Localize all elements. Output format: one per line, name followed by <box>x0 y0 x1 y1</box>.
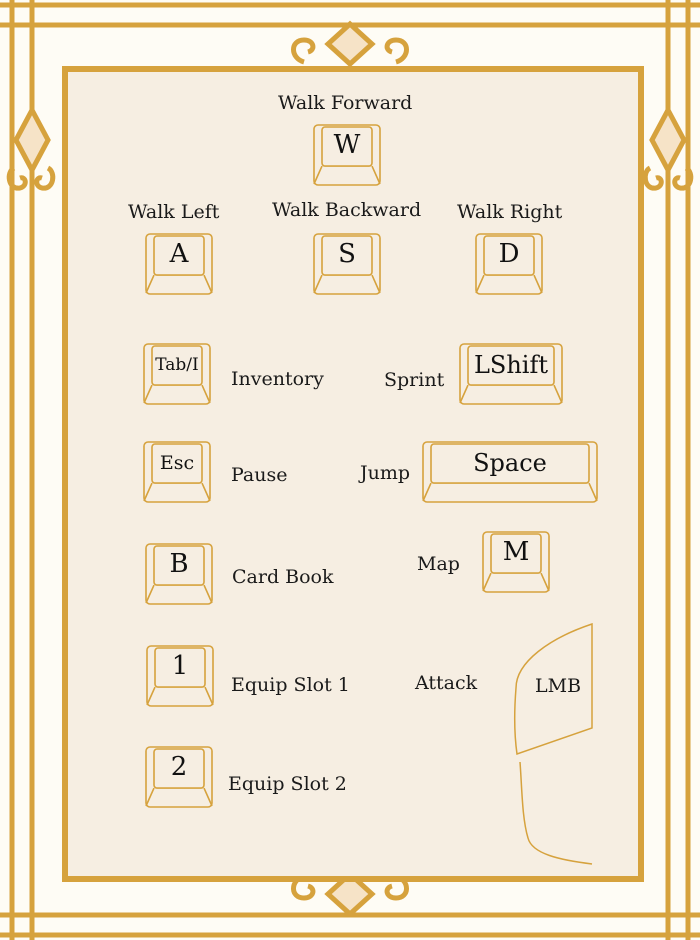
pause-label: Pause <box>231 464 288 486</box>
map-label: Map <box>417 553 460 575</box>
jump-label: Jump <box>360 462 411 484</box>
sprint-label: Sprint <box>384 369 445 391</box>
one-key: 1 <box>146 645 214 707</box>
s-key-cap: S <box>338 239 356 269</box>
b-key-cap: B <box>169 549 189 579</box>
lshift-key: LShift <box>459 343 563 405</box>
esc-key-cap: Esc <box>159 452 195 474</box>
m-key-cap: M <box>502 537 530 567</box>
two-key-cap: 2 <box>170 752 188 782</box>
m-key: M <box>482 531 550 593</box>
one-key-cap: 1 <box>171 651 189 681</box>
walk-left-label: Walk Left <box>128 201 220 223</box>
d-key-cap: D <box>498 239 520 269</box>
walk-forward-label: Walk Forward <box>278 92 413 114</box>
s-key: S <box>313 233 381 295</box>
tab-i-key: Tab/I <box>143 343 211 405</box>
a-key: A <box>145 233 213 295</box>
inventory-label: Inventory <box>231 368 324 390</box>
b-key: B <box>145 543 213 605</box>
equip-slot-1-label: Equip Slot 1 <box>231 674 350 696</box>
w-key-cap: W <box>333 130 361 160</box>
walk-backward-label: Walk Backward <box>272 199 422 221</box>
w-key: W <box>313 124 381 186</box>
mouse-icon <box>513 622 593 865</box>
a-key-cap: A <box>169 239 189 269</box>
card-book-label: Card Book <box>232 566 334 588</box>
space-key-cap: Space <box>473 449 547 477</box>
space-key: Space <box>422 441 598 503</box>
lshift-key-cap: LShift <box>473 351 549 379</box>
equip-slot-2-label: Equip Slot 2 <box>228 773 347 795</box>
attack-label: Attack <box>415 672 478 694</box>
top-ornament-icon <box>291 20 409 68</box>
esc-key: Esc <box>143 441 211 503</box>
d-key: D <box>475 233 543 295</box>
two-key: 2 <box>145 746 213 808</box>
walk-right-label: Walk Right <box>457 201 563 223</box>
tab-i-key-cap: Tab/I <box>155 355 199 375</box>
lmb-label: LMB <box>535 675 582 697</box>
